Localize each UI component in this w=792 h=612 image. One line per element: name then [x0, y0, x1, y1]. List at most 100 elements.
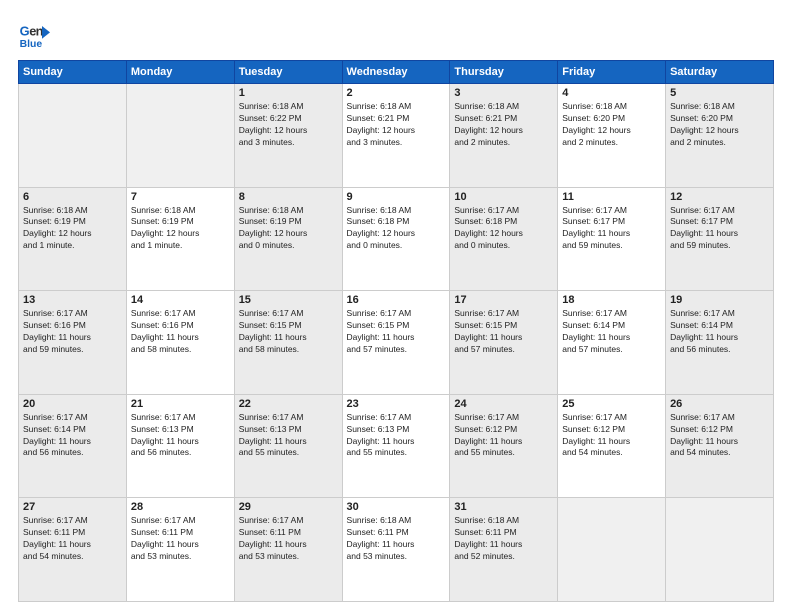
- weekday-header-wednesday: Wednesday: [342, 61, 450, 84]
- day-info: Sunrise: 6:18 AM Sunset: 6:11 PM Dayligh…: [454, 515, 553, 563]
- day-number: 9: [347, 191, 446, 203]
- weekday-header-row: SundayMondayTuesdayWednesdayThursdayFrid…: [19, 61, 774, 84]
- day-info: Sunrise: 6:18 AM Sunset: 6:11 PM Dayligh…: [347, 515, 446, 563]
- day-number: 2: [347, 87, 446, 99]
- header: G e n Blue: [18, 18, 774, 50]
- day-info: Sunrise: 6:17 AM Sunset: 6:11 PM Dayligh…: [131, 515, 230, 563]
- calendar-cell: 5 Sunrise: 6:18 AM Sunset: 6:20 PM Daylig…: [666, 84, 774, 188]
- day-info: Sunrise: 6:17 AM Sunset: 6:16 PM Dayligh…: [131, 308, 230, 356]
- day-info: Sunrise: 6:17 AM Sunset: 6:11 PM Dayligh…: [239, 515, 338, 563]
- day-info: Sunrise: 6:17 AM Sunset: 6:17 PM Dayligh…: [562, 205, 661, 253]
- day-info: Sunrise: 6:17 AM Sunset: 6:12 PM Dayligh…: [562, 412, 661, 460]
- day-info: Sunrise: 6:18 AM Sunset: 6:19 PM Dayligh…: [23, 205, 122, 253]
- day-info: Sunrise: 6:18 AM Sunset: 6:18 PM Dayligh…: [347, 205, 446, 253]
- calendar-cell: 8 Sunrise: 6:18 AM Sunset: 6:19 PM Daylig…: [234, 187, 342, 291]
- day-info: Sunrise: 6:17 AM Sunset: 6:15 PM Dayligh…: [347, 308, 446, 356]
- calendar-cell: 9 Sunrise: 6:18 AM Sunset: 6:18 PM Daylig…: [342, 187, 450, 291]
- day-number: 6: [23, 191, 122, 203]
- calendar-row-3: 13 Sunrise: 6:17 AM Sunset: 6:16 PM Dayli…: [19, 291, 774, 395]
- day-number: 26: [670, 398, 769, 410]
- day-number: 17: [454, 294, 553, 306]
- day-info: Sunrise: 6:17 AM Sunset: 6:13 PM Dayligh…: [347, 412, 446, 460]
- weekday-header-saturday: Saturday: [666, 61, 774, 84]
- page: G e n Blue SundayMondayTuesdayWednesdayT…: [0, 0, 792, 612]
- weekday-header-sunday: Sunday: [19, 61, 127, 84]
- calendar-cell: 17 Sunrise: 6:17 AM Sunset: 6:15 PM Dayli…: [450, 291, 558, 395]
- calendar-cell: 30 Sunrise: 6:18 AM Sunset: 6:11 PM Dayli…: [342, 498, 450, 602]
- logo: G e n Blue: [18, 18, 54, 50]
- calendar-cell: 3 Sunrise: 6:18 AM Sunset: 6:21 PM Daylig…: [450, 84, 558, 188]
- day-info: Sunrise: 6:18 AM Sunset: 6:19 PM Dayligh…: [131, 205, 230, 253]
- calendar-cell: 11 Sunrise: 6:17 AM Sunset: 6:17 PM Dayli…: [558, 187, 666, 291]
- day-info: Sunrise: 6:17 AM Sunset: 6:13 PM Dayligh…: [131, 412, 230, 460]
- calendar-cell: 24 Sunrise: 6:17 AM Sunset: 6:12 PM Dayli…: [450, 394, 558, 498]
- day-info: Sunrise: 6:17 AM Sunset: 6:16 PM Dayligh…: [23, 308, 122, 356]
- day-number: 11: [562, 191, 661, 203]
- weekday-header-friday: Friday: [558, 61, 666, 84]
- day-info: Sunrise: 6:17 AM Sunset: 6:15 PM Dayligh…: [239, 308, 338, 356]
- calendar-cell: 21 Sunrise: 6:17 AM Sunset: 6:13 PM Dayli…: [126, 394, 234, 498]
- calendar-cell: [19, 84, 127, 188]
- calendar-cell: 1Sunrise: 6:18 AM Sunset: 6:22 PM Daylig…: [234, 84, 342, 188]
- calendar-cell: 31Sunrise: 6:18 AM Sunset: 6:11 PM Dayli…: [450, 498, 558, 602]
- day-info: Sunrise: 6:17 AM Sunset: 6:12 PM Dayligh…: [454, 412, 553, 460]
- weekday-header-tuesday: Tuesday: [234, 61, 342, 84]
- day-number: 8: [239, 191, 338, 203]
- day-number: 24: [454, 398, 553, 410]
- day-number: 25: [562, 398, 661, 410]
- day-info: Sunrise: 6:17 AM Sunset: 6:15 PM Dayligh…: [454, 308, 553, 356]
- day-number: 12: [670, 191, 769, 203]
- calendar-cell: 18Sunrise: 6:17 AM Sunset: 6:14 PM Dayli…: [558, 291, 666, 395]
- day-info: Sunrise: 6:17 AM Sunset: 6:17 PM Dayligh…: [670, 205, 769, 253]
- day-number: 22: [239, 398, 338, 410]
- calendar-cell: 16 Sunrise: 6:17 AM Sunset: 6:15 PM Dayli…: [342, 291, 450, 395]
- day-info: Sunrise: 6:17 AM Sunset: 6:14 PM Dayligh…: [562, 308, 661, 356]
- day-info: Sunrise: 6:18 AM Sunset: 6:21 PM Dayligh…: [347, 101, 446, 149]
- day-number: 14: [131, 294, 230, 306]
- day-number: 4: [562, 87, 661, 99]
- day-info: Sunrise: 6:18 AM Sunset: 6:20 PM Dayligh…: [562, 101, 661, 149]
- calendar-cell: 2 Sunrise: 6:18 AM Sunset: 6:21 PM Daylig…: [342, 84, 450, 188]
- day-number: 13: [23, 294, 122, 306]
- day-info: Sunrise: 6:18 AM Sunset: 6:21 PM Dayligh…: [454, 101, 553, 149]
- calendar-cell: 6 Sunrise: 6:18 AM Sunset: 6:19 PM Daylig…: [19, 187, 127, 291]
- day-number: 5: [670, 87, 769, 99]
- day-info: Sunrise: 6:17 AM Sunset: 6:11 PM Dayligh…: [23, 515, 122, 563]
- calendar-cell: 25 Sunrise: 6:17 AM Sunset: 6:12 PM Dayli…: [558, 394, 666, 498]
- day-number: 3: [454, 87, 553, 99]
- calendar-row-2: 6 Sunrise: 6:18 AM Sunset: 6:19 PM Daylig…: [19, 187, 774, 291]
- calendar-cell: 4 Sunrise: 6:18 AM Sunset: 6:20 PM Daylig…: [558, 84, 666, 188]
- calendar-cell: 10Sunrise: 6:17 AM Sunset: 6:18 PM Dayli…: [450, 187, 558, 291]
- day-number: 28: [131, 501, 230, 513]
- calendar-cell: 26 Sunrise: 6:17 AM Sunset: 6:12 PM Dayli…: [666, 394, 774, 498]
- day-number: 30: [347, 501, 446, 513]
- weekday-header-thursday: Thursday: [450, 61, 558, 84]
- day-number: 29: [239, 501, 338, 513]
- day-info: Sunrise: 6:18 AM Sunset: 6:20 PM Dayligh…: [670, 101, 769, 149]
- day-number: 7: [131, 191, 230, 203]
- day-number: 27: [23, 501, 122, 513]
- calendar-cell: 7 Sunrise: 6:18 AM Sunset: 6:19 PM Daylig…: [126, 187, 234, 291]
- calendar-cell: 15 Sunrise: 6:17 AM Sunset: 6:15 PM Dayli…: [234, 291, 342, 395]
- day-number: 1: [239, 87, 338, 99]
- svg-text:Blue: Blue: [20, 39, 43, 50]
- weekday-header-monday: Monday: [126, 61, 234, 84]
- day-number: 10: [454, 191, 553, 203]
- calendar-cell: 12 Sunrise: 6:17 AM Sunset: 6:17 PM Dayli…: [666, 187, 774, 291]
- day-info: Sunrise: 6:17 AM Sunset: 6:14 PM Dayligh…: [23, 412, 122, 460]
- day-number: 15: [239, 294, 338, 306]
- day-info: Sunrise: 6:17 AM Sunset: 6:12 PM Dayligh…: [670, 412, 769, 460]
- calendar-cell: 27 Sunrise: 6:17 AM Sunset: 6:11 PM Dayli…: [19, 498, 127, 602]
- calendar-row-1: 1Sunrise: 6:18 AM Sunset: 6:22 PM Daylig…: [19, 84, 774, 188]
- calendar-cell: 14 Sunrise: 6:17 AM Sunset: 6:16 PM Dayli…: [126, 291, 234, 395]
- calendar-cell: [558, 498, 666, 602]
- day-number: 16: [347, 294, 446, 306]
- day-info: Sunrise: 6:18 AM Sunset: 6:19 PM Dayligh…: [239, 205, 338, 253]
- svg-text:G: G: [20, 24, 30, 39]
- day-number: 21: [131, 398, 230, 410]
- calendar-cell: 19Sunrise: 6:17 AM Sunset: 6:14 PM Dayli…: [666, 291, 774, 395]
- calendar-cell: [666, 498, 774, 602]
- day-number: 23: [347, 398, 446, 410]
- day-number: 19: [670, 294, 769, 306]
- logo-icon: G e n Blue: [18, 18, 50, 50]
